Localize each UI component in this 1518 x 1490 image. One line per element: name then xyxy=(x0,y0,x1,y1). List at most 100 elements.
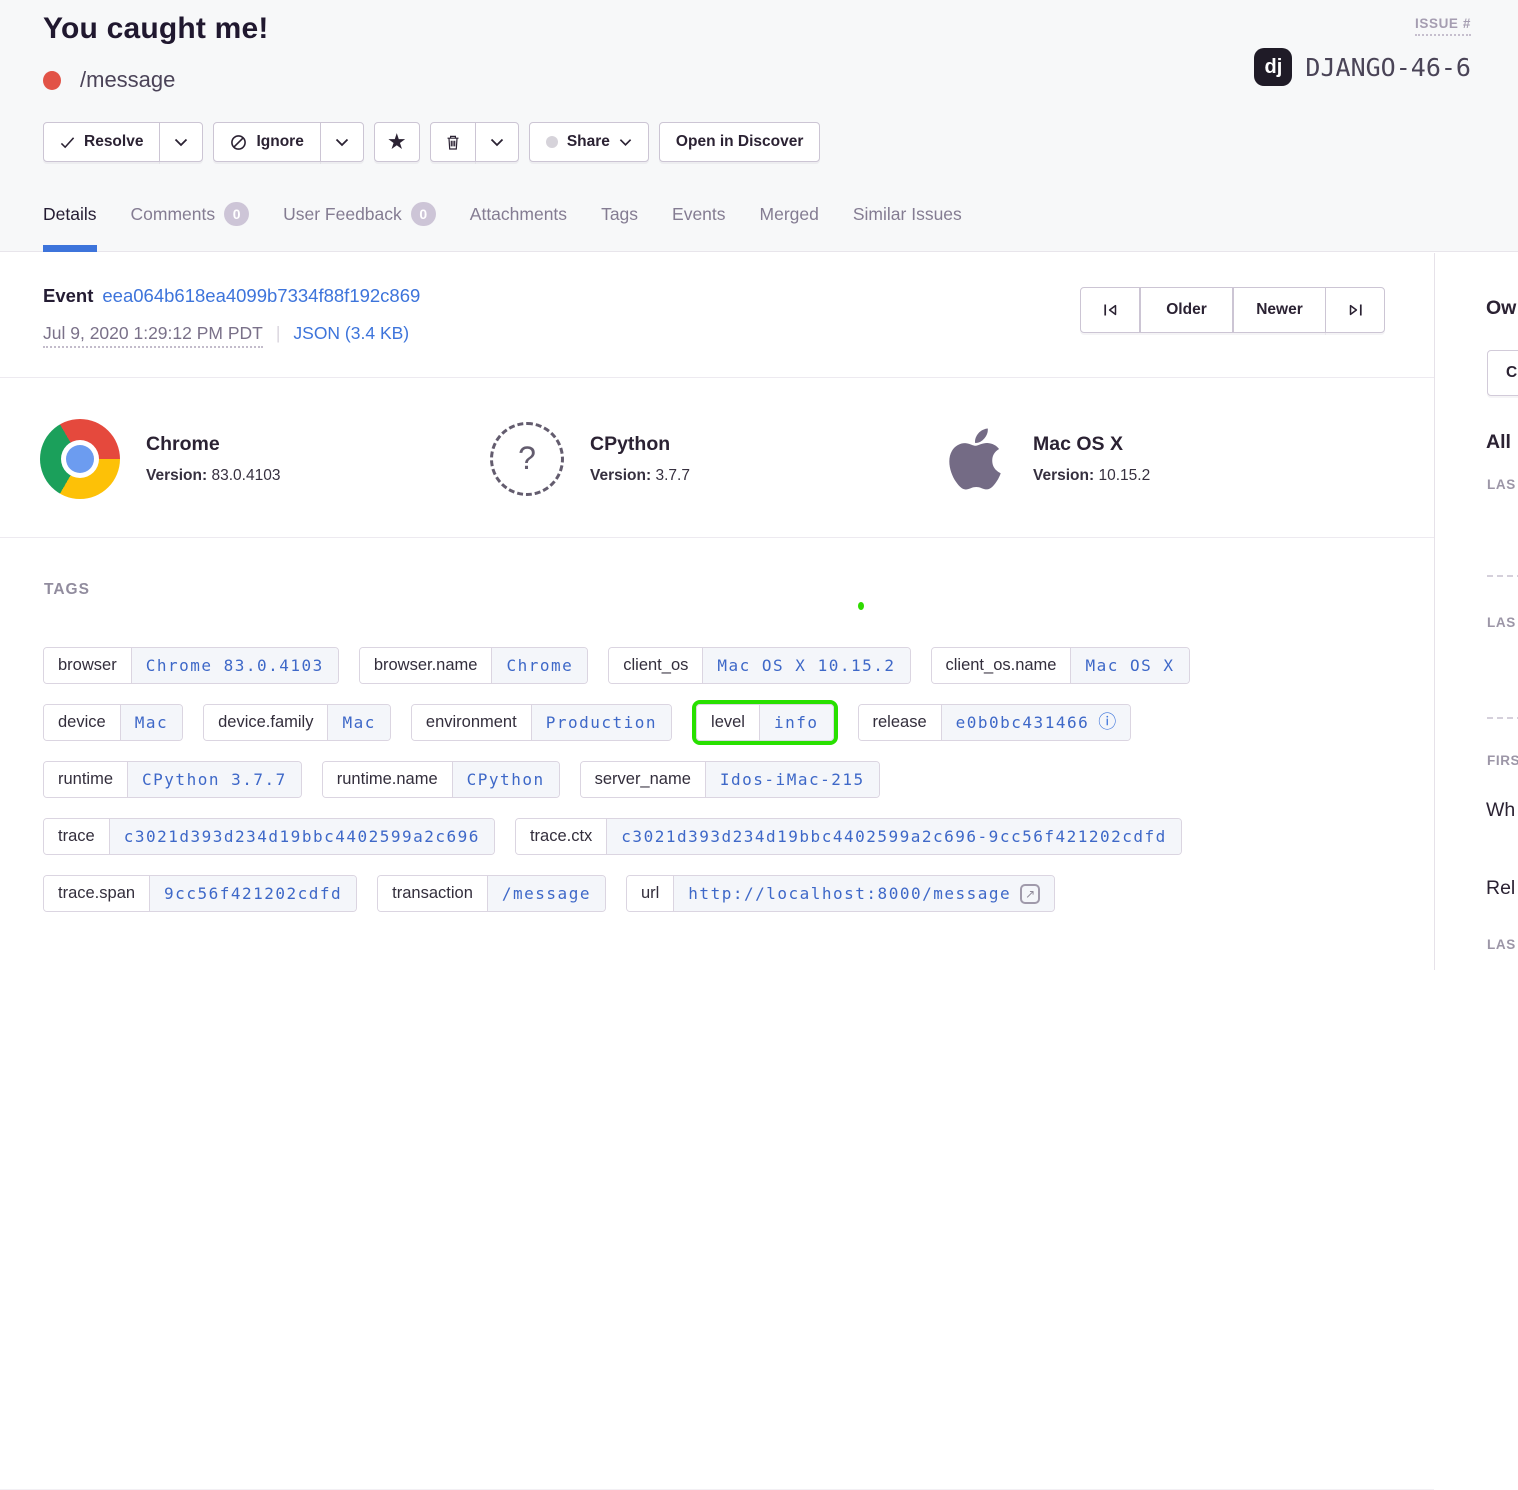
tag-pill-client-os[interactable]: client_os Mac OS X 10.15.2 xyxy=(608,647,910,684)
tag-pill-trace-span[interactable]: trace.span9cc56f421202cdfd xyxy=(43,875,357,912)
delete-button[interactable] xyxy=(430,122,476,162)
tag-pill-server-name[interactable]: server_nameIdos-iMac-215 xyxy=(580,761,880,798)
tag-value: http://localhost:8000/message↗ xyxy=(673,876,1054,911)
tab-user-feedback[interactable]: User Feedback0 xyxy=(283,202,436,252)
tag-key: level xyxy=(697,705,759,740)
tab-events[interactable]: Events xyxy=(672,202,726,252)
tab-details[interactable]: Details xyxy=(43,202,97,252)
tab-similar-issues[interactable]: Similar Issues xyxy=(853,202,962,252)
tag-value: CPython 3.7.7 xyxy=(127,762,301,797)
info-icon[interactable]: ⓘ xyxy=(1098,714,1116,732)
event-timestamp: Jul 9, 2020 1:29:12 PM PDT xyxy=(43,323,263,348)
tags-section: TAGS browserChrome 83.0.4103browser.name… xyxy=(0,539,1434,970)
event-contexts: Chrome Version: 83.0.4103 ? CPython Vers… xyxy=(0,379,1434,538)
bookmark-button[interactable]: ★ xyxy=(374,122,420,162)
context-browser: Chrome Version: 83.0.4103 xyxy=(40,379,280,538)
culprit-text: /message xyxy=(80,67,175,93)
tag-pill-level[interactable]: level info xyxy=(696,704,833,741)
sidebar-item-1[interactable]: C xyxy=(1487,350,1518,396)
tag-row: trace.span9cc56f421202cdfd transaction/me… xyxy=(43,875,1418,912)
tag-pill-trace-ctx[interactable]: trace.ctxc3021d393d234d19bbc4402599a2c69… xyxy=(515,818,1182,855)
sidebar-item-3: LAS xyxy=(1487,477,1516,492)
tag-value-text: 9cc56f421202cdfd xyxy=(164,884,342,903)
event-json-link[interactable]: JSON (3.4 KB) xyxy=(293,323,409,344)
skip-to-first-icon xyxy=(1102,302,1119,318)
tag-pill-runtime-name[interactable]: runtime.nameCPython xyxy=(322,761,560,798)
tag-value: 9cc56f421202cdfd xyxy=(149,876,356,911)
event-pagination: Older Newer xyxy=(1080,287,1385,333)
chevron-down-icon xyxy=(619,138,632,147)
tag-value: Mac OS X xyxy=(1070,648,1188,683)
tag-pill-runtime[interactable]: runtime CPython 3.7.7 xyxy=(43,761,302,798)
event-id-link[interactable]: eea064b618ea4099b7334f88f192c869 xyxy=(102,285,420,307)
tag-value: info xyxy=(759,705,833,740)
delete-button-group xyxy=(430,122,519,162)
tag-key: transaction xyxy=(378,876,487,911)
meta-divider: | xyxy=(276,323,281,344)
tab-label: Events xyxy=(672,204,726,225)
tag-pill-url[interactable]: urlhttp://localhost:8000/message↗ xyxy=(626,875,1055,912)
newer-button[interactable]: Newer xyxy=(1233,287,1326,333)
tag-pill-device-family[interactable]: device.family Mac xyxy=(203,704,391,741)
check-icon xyxy=(60,136,75,149)
resolve-dropdown-button[interactable] xyxy=(159,122,203,162)
tag-pill-release[interactable]: releasee0b0bc431466ⓘ xyxy=(858,704,1132,741)
tag-value-text: Mac xyxy=(342,713,375,732)
older-button[interactable]: Older xyxy=(1140,287,1233,333)
open-in-discover-button[interactable]: Open in Discover xyxy=(659,122,820,162)
tag-value-text: CPython 3.7.7 xyxy=(142,770,287,789)
apple-logo-icon xyxy=(943,422,1007,496)
skip-to-oldest-button[interactable] xyxy=(1080,287,1140,333)
sidebar-dashed-divider xyxy=(1487,717,1518,719)
external-link-icon[interactable]: ↗ xyxy=(1020,884,1040,904)
chrome-logo-icon xyxy=(40,419,120,499)
tag-value-text: info xyxy=(774,713,819,732)
share-button[interactable]: Share xyxy=(529,122,649,162)
ignore-dropdown-button[interactable] xyxy=(320,122,364,162)
chevron-down-icon xyxy=(174,138,188,147)
tag-pill-client-os-name[interactable]: client_os.nameMac OS X xyxy=(931,647,1190,684)
tag-key: runtime xyxy=(44,762,127,797)
tag-value: Production xyxy=(531,705,671,740)
tab-comments[interactable]: Comments0 xyxy=(131,202,250,252)
event-id-line: Event eea064b618ea4099b7334f88f192c869 xyxy=(43,285,420,307)
resolve-button[interactable]: Resolve xyxy=(43,122,160,162)
tag-key: device xyxy=(44,705,120,740)
tag-pill-environment[interactable]: environmentProduction xyxy=(411,704,672,741)
context-runtime: ? CPython Version: 3.7.7 xyxy=(490,379,690,538)
issue-meta: ISSUE # dj DJANGO-46-6 xyxy=(1254,16,1471,86)
sidebar-item-5: LAS xyxy=(1487,615,1516,630)
tab-label: Details xyxy=(43,204,97,225)
error-level-dot xyxy=(43,71,61,90)
tag-pill-trace[interactable]: tracec3021d393d234d19bbc4402599a2c696 xyxy=(43,818,495,855)
open-discover-label: Open in Discover xyxy=(676,133,803,151)
tag-key: device.family xyxy=(204,705,327,740)
tag-value: CPython xyxy=(452,762,559,797)
issue-header: You caught me! /message Resolve Ignore xyxy=(0,0,1518,252)
delete-dropdown-button[interactable] xyxy=(475,122,519,162)
tag-pill-browser-name[interactable]: browser.nameChrome xyxy=(359,647,588,684)
sidebar-item-10: LAS xyxy=(1487,937,1516,952)
chevron-down-icon xyxy=(490,138,504,147)
tag-value-text: e0b0bc431466 xyxy=(956,713,1090,732)
tag-pill-device[interactable]: deviceMac xyxy=(43,704,183,741)
page-title: You caught me! xyxy=(43,12,269,46)
tag-pill-transaction[interactable]: transaction/message xyxy=(377,875,606,912)
tag-row: browserChrome 83.0.4103 browser.nameChrom… xyxy=(43,647,1418,684)
tag-key: trace xyxy=(44,819,109,854)
tab-attachments[interactable]: Attachments xyxy=(470,202,567,252)
action-toolbar: Resolve Ignore ★ xyxy=(43,122,820,162)
tab-merged[interactable]: Merged xyxy=(760,202,819,252)
skip-to-newest-button[interactable] xyxy=(1325,287,1385,333)
ignore-button[interactable]: Ignore xyxy=(213,122,320,162)
tag-value: Mac xyxy=(327,705,389,740)
version-value: 10.15.2 xyxy=(1098,467,1150,484)
tab-count-badge: 0 xyxy=(224,202,249,226)
tag-key: client_os xyxy=(609,648,702,683)
tag-value: Chrome xyxy=(491,648,587,683)
tab-tags[interactable]: Tags xyxy=(601,202,638,252)
tag-value-text: Mac OS X 10.15.2 xyxy=(717,656,895,675)
version-label: Version: xyxy=(590,467,651,484)
tag-pill-browser[interactable]: browserChrome 83.0.4103 xyxy=(43,647,339,684)
tag-row: deviceMac device.family Mac environmentProd… xyxy=(43,704,1418,741)
